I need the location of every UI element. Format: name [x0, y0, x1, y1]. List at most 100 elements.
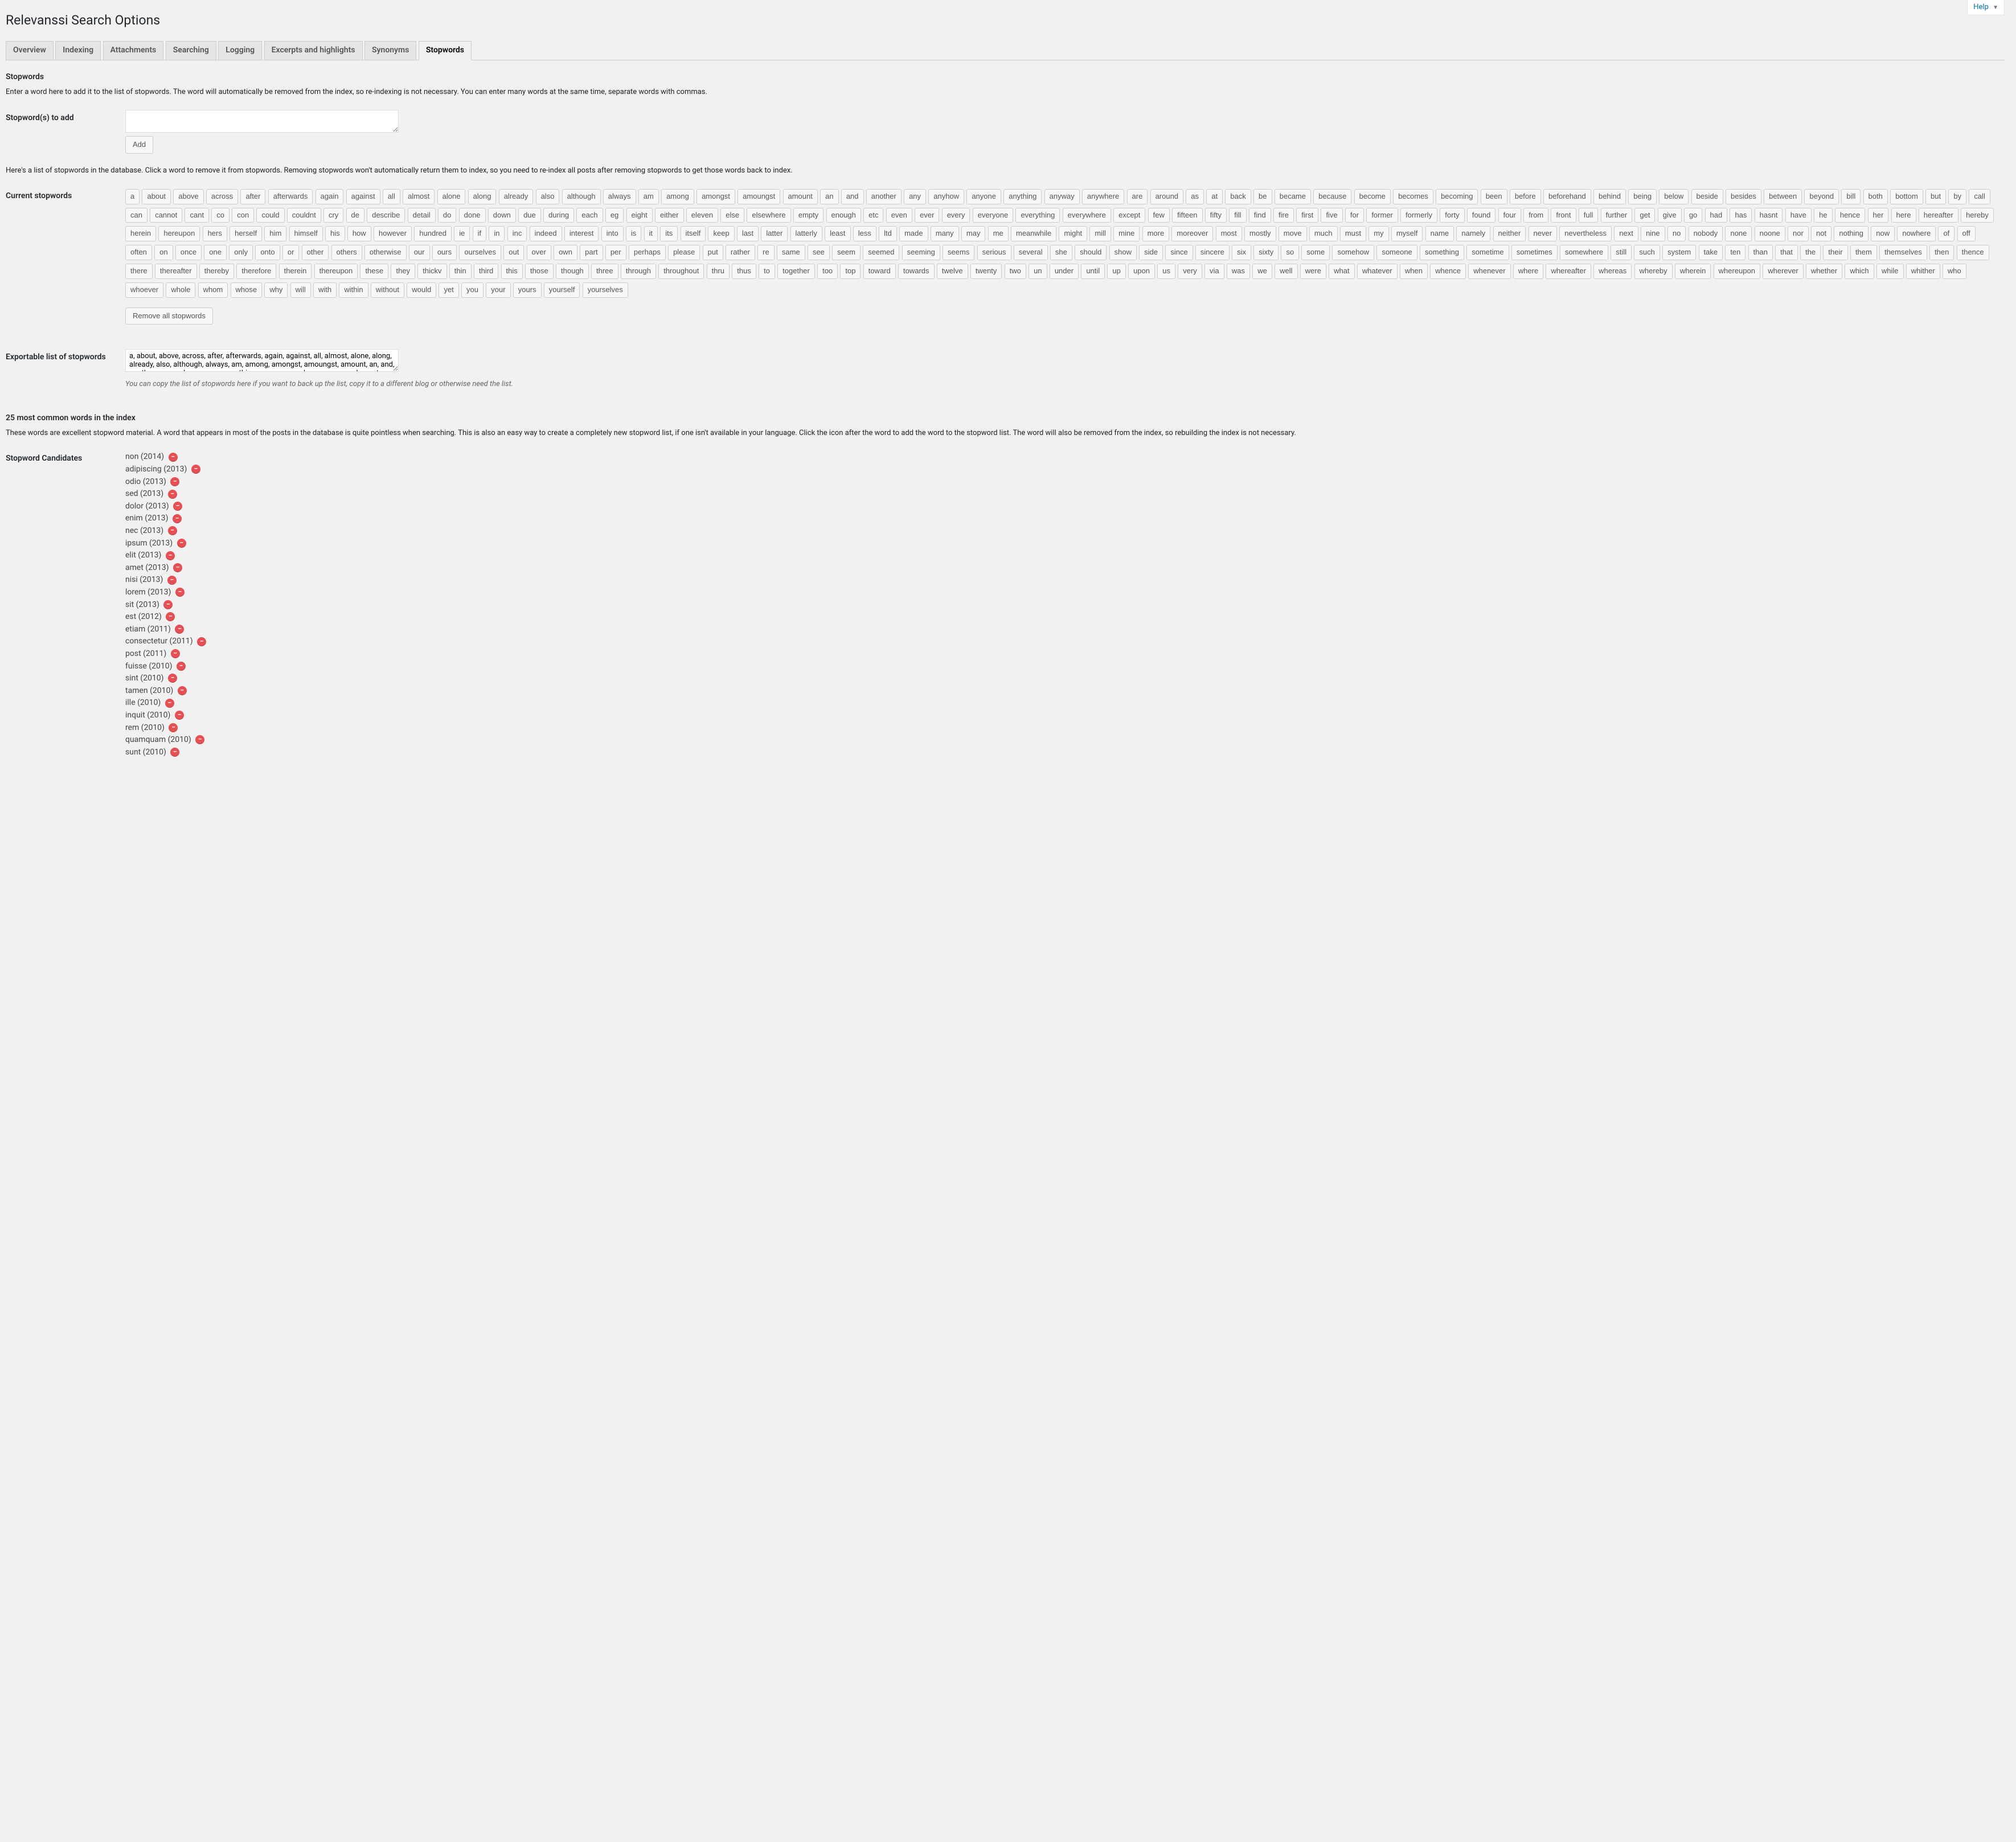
stopword-chip[interactable]: even	[886, 208, 912, 223]
stopword-chip[interactable]: back	[1225, 189, 1251, 204]
stopword-chip[interactable]: nowhere	[1897, 226, 1936, 241]
stopword-chip[interactable]: whereas	[1593, 264, 1632, 279]
stopword-chip[interactable]: former	[1366, 208, 1398, 223]
stopword-chip[interactable]: inc	[507, 226, 527, 241]
stopword-chip[interactable]: mostly	[1244, 226, 1276, 241]
stopword-chip[interactable]: less	[853, 226, 876, 241]
stopword-chip[interactable]: four	[1498, 208, 1521, 223]
stopword-chip[interactable]: latter	[761, 226, 788, 241]
stopword-chip[interactable]: whereby	[1634, 264, 1673, 279]
remove-icon[interactable]: −	[166, 551, 175, 560]
remove-icon[interactable]: −	[178, 686, 187, 695]
tab-logging[interactable]: Logging	[218, 41, 262, 60]
stopword-chip[interactable]: bottom	[1890, 189, 1923, 204]
stopword-chip[interactable]: because	[1313, 189, 1351, 204]
remove-icon[interactable]: −	[169, 723, 178, 732]
stopword-chip[interactable]: should	[1075, 245, 1107, 260]
stopword-chip[interactable]: un	[1029, 264, 1047, 279]
stopword-chip[interactable]: hence	[1835, 208, 1865, 223]
remove-icon[interactable]: −	[197, 637, 206, 646]
stopword-chip[interactable]: to	[759, 264, 775, 279]
stopword-chip[interactable]: further	[1601, 208, 1633, 223]
stopword-chip[interactable]: forty	[1440, 208, 1464, 223]
remove-icon[interactable]: −	[173, 514, 182, 523]
stopword-chip[interactable]: keep	[708, 226, 734, 241]
stopword-chip[interactable]: had	[1705, 208, 1728, 223]
stopword-chip[interactable]: however	[374, 226, 412, 241]
stopword-chip[interactable]: which	[1845, 264, 1874, 279]
remove-icon[interactable]: −	[195, 735, 204, 744]
stopword-chip[interactable]: or	[282, 245, 300, 260]
stopword-chip[interactable]: those	[525, 264, 554, 279]
stopword-chip[interactable]: the	[1800, 245, 1821, 260]
stopword-chip[interactable]: except	[1113, 208, 1145, 223]
stopword-chip[interactable]: anything	[1003, 189, 1042, 204]
stopword-chip[interactable]: front	[1551, 208, 1576, 223]
stopword-chip[interactable]: would	[407, 282, 436, 298]
stopword-chip[interactable]: other	[302, 245, 329, 260]
stopword-chip[interactable]: will	[290, 282, 311, 298]
stopword-chip[interactable]: fifty	[1205, 208, 1227, 223]
remove-icon[interactable]: −	[177, 662, 186, 671]
stopword-chip[interactable]: found	[1467, 208, 1496, 223]
stopword-chip[interactable]: thickv	[417, 264, 446, 279]
stopword-chip[interactable]: hereafter	[1919, 208, 1958, 223]
stopword-chip[interactable]: call	[1969, 189, 1990, 204]
stopword-chip[interactable]: nothing	[1834, 226, 1869, 241]
stopword-chip[interactable]: neither	[1493, 226, 1526, 241]
stopword-chip[interactable]: last	[737, 226, 759, 241]
stopword-chip[interactable]: no	[1667, 226, 1686, 241]
stopword-chip[interactable]: afterwards	[268, 189, 313, 204]
tab-synonyms[interactable]: Synonyms	[364, 41, 416, 60]
stopword-chip[interactable]: via	[1204, 264, 1224, 279]
stopword-chip[interactable]: due	[518, 208, 541, 223]
stopword-chip[interactable]: few	[1148, 208, 1170, 223]
stopword-chip[interactable]: sometimes	[1511, 245, 1558, 260]
stopword-chip[interactable]: none	[1725, 226, 1752, 241]
stopword-chip[interactable]: every	[942, 208, 970, 223]
stopword-chip[interactable]: whenever	[1468, 264, 1510, 279]
stopword-chip[interactable]: whether	[1806, 264, 1842, 279]
stopword-chip[interactable]: ie	[454, 226, 470, 241]
stopword-chip[interactable]: seems	[943, 245, 974, 260]
stopword-chip[interactable]: hereby	[1961, 208, 1994, 223]
stopword-chip[interactable]: a	[125, 189, 140, 204]
remove-icon[interactable]: −	[177, 539, 186, 548]
stopword-chip[interactable]: too	[817, 264, 838, 279]
stopword-chip[interactable]: we	[1252, 264, 1272, 279]
stopword-chip[interactable]: indeed	[530, 226, 562, 241]
stopword-chip[interactable]: into	[601, 226, 624, 241]
tab-overview[interactable]: Overview	[6, 41, 54, 60]
stopword-chip[interactable]: in	[489, 226, 505, 241]
stopword-chip[interactable]: mill	[1089, 226, 1111, 241]
stopword-chip[interactable]: show	[1109, 245, 1137, 260]
stopword-chip[interactable]: twelve	[937, 264, 968, 279]
stopword-chip[interactable]: was	[1227, 264, 1250, 279]
stopword-chip[interactable]: empty	[793, 208, 823, 223]
remove-icon[interactable]: −	[167, 576, 177, 585]
stopword-chip[interactable]: thus	[732, 264, 756, 279]
stopword-chip[interactable]: seem	[832, 245, 861, 260]
stopword-chip[interactable]: so	[1281, 245, 1299, 260]
stopword-chip[interactable]: upon	[1128, 264, 1155, 279]
stopword-chip[interactable]: me	[988, 226, 1009, 241]
stopword-chip[interactable]: noone	[1755, 226, 1785, 241]
stopword-chip[interactable]: across	[206, 189, 238, 204]
stopword-chip[interactable]: being	[1628, 189, 1657, 204]
stopword-chip[interactable]: were	[1300, 264, 1326, 279]
stopword-chip[interactable]: more	[1142, 226, 1170, 241]
stopword-chip[interactable]: for	[1345, 208, 1364, 223]
stopword-chip[interactable]: elsewhere	[747, 208, 790, 223]
stopword-chip[interactable]: hers	[203, 226, 227, 241]
stopword-chip[interactable]: thru	[707, 264, 730, 279]
stopword-chip[interactable]: be	[1253, 189, 1272, 204]
stopword-chip[interactable]: nevertheless	[1559, 226, 1612, 241]
stopword-chip[interactable]: amoungst	[737, 189, 780, 204]
stopword-chip[interactable]: but	[1925, 189, 1946, 204]
stopword-chip[interactable]: anywhere	[1082, 189, 1124, 204]
stopword-chip[interactable]: until	[1081, 264, 1105, 279]
stopword-chip[interactable]: above	[173, 189, 203, 204]
stopword-chip[interactable]: among	[661, 189, 694, 204]
stopword-chip[interactable]: is	[626, 226, 641, 241]
remove-icon[interactable]: −	[166, 612, 175, 621]
